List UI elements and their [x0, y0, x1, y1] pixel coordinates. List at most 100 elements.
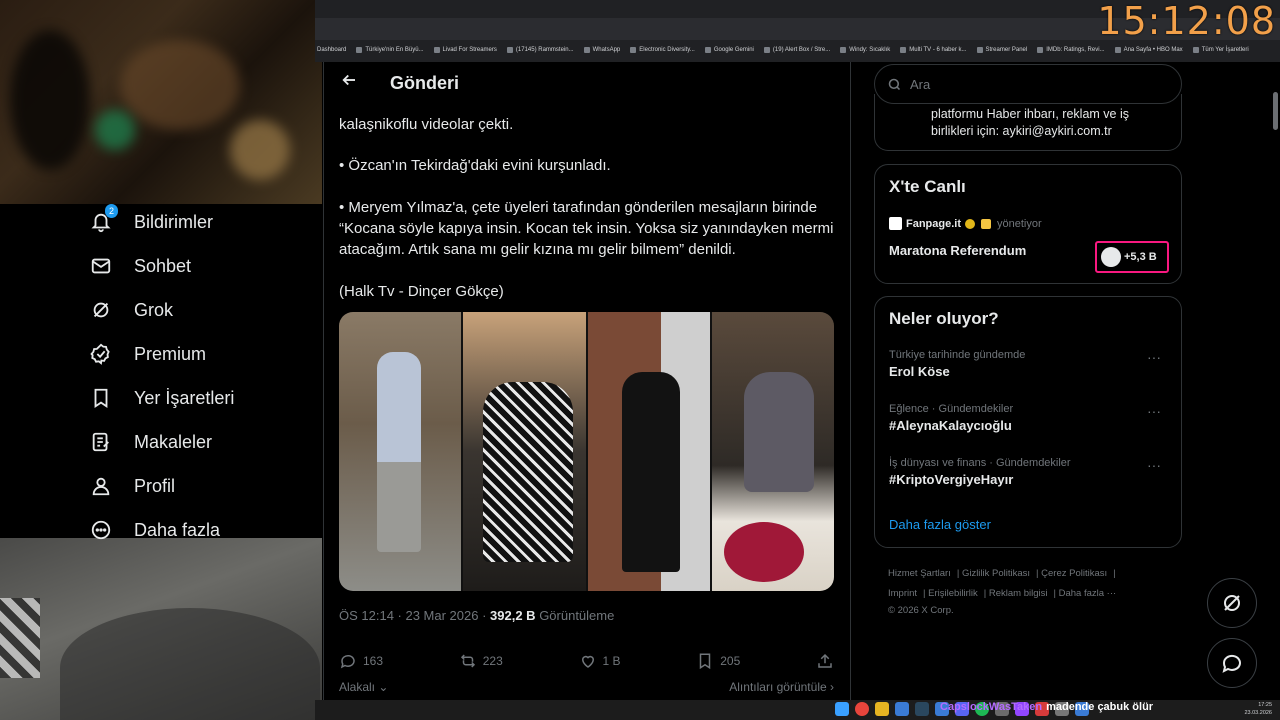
footer-link[interactable]: Imprint — [888, 588, 917, 599]
footer-link[interactable]: Erişilebilirlik — [928, 588, 978, 599]
bookmark-link[interactable]: IMDb: Ratings, Revi... — [1037, 47, 1105, 53]
webcam-overlay-top — [0, 0, 322, 204]
photo-panel — [463, 312, 586, 591]
trend-item[interactable]: İş dünyası ve finans · Gündemdekiler #Kr… — [889, 457, 1169, 487]
bookmark-link[interactable]: Ana Sayfa • HBO Max — [1114, 47, 1183, 53]
bookmark-link[interactable]: (19) Alert Box / Stre... — [763, 47, 830, 53]
bookmark-button[interactable]: 205 — [696, 652, 740, 670]
bookmark-link[interactable]: Multi TV - 6 haber k... — [900, 47, 967, 53]
nav-premium[interactable]: Premium — [88, 332, 320, 376]
show-more-link[interactable]: Daha fazla göster — [889, 517, 991, 532]
chat-bubble-icon — [1222, 654, 1241, 673]
nav-label: Makaleler — [134, 431, 213, 452]
trend-category: Türkiye tarihinde gündemde — [889, 349, 1026, 361]
post-photo[interactable] — [339, 312, 834, 591]
back-arrow-icon[interactable] — [340, 71, 360, 95]
bio-line: birlikleri için: aykiri@aykiri.com.tr — [931, 124, 1112, 138]
nav-notifications[interactable]: 2 Bildirimler — [88, 200, 320, 244]
bookmark-label: Ana Sayfa • HBO Max — [1123, 47, 1183, 53]
post-text-bullet: • Özcan'ın Tekirdağ'daki evini kurşunlad… — [339, 157, 611, 174]
footer-link[interactable]: Daha fazla ··· — [1059, 588, 1117, 599]
live-spaces-card: X'te Canlı Fanpage.it yönetiyor Maratona… — [874, 164, 1182, 284]
chat-text: madende çabuk ölür — [1046, 701, 1154, 713]
live-stream-title[interactable]: Maratona Referendum — [889, 243, 1026, 258]
footer-link[interactable]: Reklam bilgisi — [989, 588, 1048, 599]
bookmark-link[interactable]: WhatsApp — [583, 47, 621, 53]
nav-bookmarks[interactable]: Yer İşaretleri — [88, 376, 320, 420]
bell-icon: 2 — [88, 204, 118, 235]
bookmark-link[interactable]: Electronic Diversity... — [630, 47, 695, 53]
bookmark-link[interactable]: (17145) Rammstein... — [506, 47, 574, 53]
folder-icon[interactable] — [875, 702, 889, 716]
reply-button[interactable]: 163 — [339, 652, 383, 670]
messages-floating-button[interactable] — [1207, 638, 1257, 688]
listener-avatar — [1101, 247, 1121, 267]
reply-icon — [340, 654, 355, 669]
verified-badge-icon — [965, 218, 976, 229]
view-count: 392,2 B — [490, 608, 536, 623]
sort-label: Alakalı — [339, 680, 376, 694]
more-options-icon[interactable]: ··· — [1147, 457, 1161, 473]
grok-icon — [1224, 595, 1240, 611]
nav-articles[interactable]: Makaleler — [88, 420, 320, 464]
post-text-continuation: kalaşnikoflu videolar çekti. — [339, 116, 514, 133]
more-options-icon[interactable]: ··· — [1147, 349, 1161, 365]
nav-grok[interactable]: Grok — [88, 288, 320, 332]
bookmark-favicon-icon — [1114, 47, 1121, 53]
live-host-row[interactable]: Fanpage.it yönetiyor — [889, 217, 1042, 230]
search-icon — [888, 78, 901, 90]
bookmark-label: WhatsApp — [592, 47, 621, 53]
trend-item[interactable]: Eğlence · Gündemdekiler #AleynaKalaycıoğ… — [889, 403, 1169, 433]
repost-button[interactable]: 223 — [459, 652, 503, 670]
chrome-icon[interactable] — [855, 702, 869, 716]
windows-start-icon[interactable] — [835, 702, 849, 716]
host-suffix: yönetiyor — [997, 217, 1042, 230]
nav-label: Profil — [134, 475, 176, 496]
nav-label: Daha fazla — [134, 519, 221, 540]
bookmark-favicon-icon — [433, 47, 440, 53]
bookmark-favicon-icon — [763, 47, 770, 53]
article-icon — [88, 429, 114, 455]
bookmark-link[interactable]: Türkiye'nin En Büyü... — [356, 47, 424, 53]
grok-floating-button[interactable] — [1207, 578, 1257, 628]
page-scrollbar[interactable] — [1273, 92, 1278, 130]
taskbar-clock[interactable]: 17:25 23.03.2026 — [1244, 701, 1272, 717]
sort-dropdown[interactable]: Alakalı ⌄ — [339, 680, 388, 694]
footer-link[interactable]: Çerez Politikası — [1041, 568, 1107, 579]
trend-item[interactable]: Türkiye tarihinde gündemde Erol Köse ··· — [889, 349, 1169, 379]
bookmark-icon — [88, 385, 114, 411]
nav-more[interactable]: Daha fazla — [88, 508, 320, 552]
app-icon[interactable] — [895, 702, 909, 716]
nav-profile[interactable]: Profil — [88, 464, 320, 508]
bookmark-link[interactable]: Tüm Yer İşaretleri — [1192, 47, 1249, 53]
trends-card: Neler oluyor? Türkiye tarihinde gündemde… — [874, 296, 1182, 548]
taskbar-date: 23.03.2026 — [1244, 710, 1272, 716]
trend-name: Erol Köse — [889, 364, 950, 379]
primary-nav: 2 Bildirimler Sohbet Grok Premium Yer İş… — [88, 200, 320, 552]
view-quotes-link[interactable]: Alıntıları görüntüle › — [729, 680, 834, 694]
grok-icon — [88, 297, 114, 323]
bookmark-link[interactable]: Windy: Sıcaklık — [840, 47, 890, 53]
steam-icon[interactable] — [915, 702, 929, 716]
bookmark-link[interactable]: Dashboard — [317, 47, 346, 53]
more-options-icon[interactable]: ··· — [1147, 403, 1161, 419]
like-count: 1 B — [602, 654, 621, 668]
host-avatar — [889, 217, 902, 230]
bookmark-favicon-icon — [506, 47, 513, 53]
post-actions: 163 223 1 B 205 — [339, 652, 834, 670]
envelope-icon — [88, 253, 114, 279]
live-listeners-pill[interactable]: +5,3 B — [1095, 241, 1169, 273]
bookmark-label: IMDb: Ratings, Revi... — [1046, 47, 1105, 53]
footer-link[interactable]: Hizmet Şartları — [888, 568, 951, 579]
nav-label: Bildirimler — [134, 211, 214, 232]
post-detail-column: kalaşnikoflu videolar çekti. • Özcan'ın … — [323, 62, 851, 700]
bookmark-link[interactable]: Streamer Panel — [976, 47, 1027, 53]
bookmark-link[interactable]: Google Gemini — [704, 47, 754, 53]
bookmark-count: 205 — [720, 654, 741, 668]
like-button[interactable]: 1 B — [579, 652, 621, 670]
footer-link[interactable]: Gizlilik Politikası — [962, 568, 1030, 579]
trends-title: Neler oluyor? — [889, 309, 999, 328]
bookmark-link[interactable]: Livad For Streamers — [433, 47, 497, 53]
share-button[interactable] — [816, 652, 834, 670]
nav-messages[interactable]: Sohbet — [88, 244, 320, 288]
